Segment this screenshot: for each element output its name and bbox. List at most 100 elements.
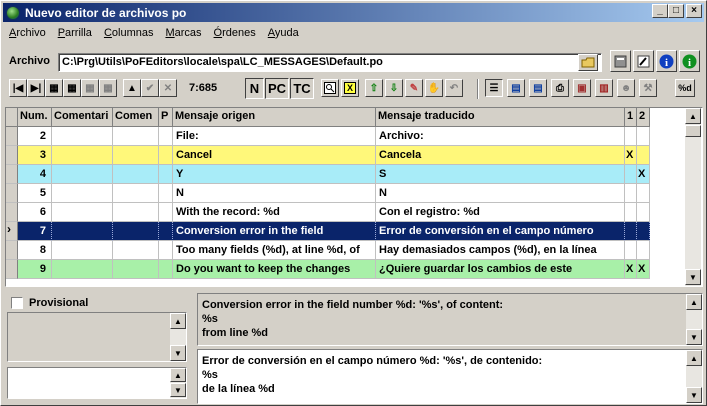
clear-icon[interactable]: ✋ xyxy=(425,79,443,97)
table-cell[interactable] xyxy=(625,203,637,222)
menu-ayuda[interactable]: Ayuda xyxy=(262,27,305,39)
filter-n-button[interactable]: N xyxy=(245,78,264,99)
translation-text[interactable]: Error de conversión en el campo número %… xyxy=(198,350,702,400)
last-record-icon[interactable]: ▶| xyxy=(27,79,45,97)
grid-view-icon[interactable]: ☰ xyxy=(485,79,503,97)
first-record-icon[interactable]: |◀ xyxy=(9,79,27,97)
table-row[interactable]: 2 File: Archivo: xyxy=(6,127,650,146)
table-row[interactable]: 8 Too many fields (%d), at line %d, of Hay… xyxy=(6,241,650,260)
table-row[interactable]: 4 YSX xyxy=(6,165,650,184)
mark-x-icon[interactable]: X xyxy=(341,79,359,97)
table-cell[interactable] xyxy=(625,127,637,146)
table-row[interactable]: 6 With the record: %d Con el registro: %d xyxy=(6,203,650,222)
table-cell[interactable] xyxy=(113,260,159,279)
table-cell[interactable] xyxy=(52,241,113,260)
user-icon[interactable]: ☻ xyxy=(617,79,635,97)
insert-record-icon[interactable]: ▦ xyxy=(45,79,63,97)
table-cell[interactable] xyxy=(625,222,637,241)
table-cell[interactable] xyxy=(52,260,113,279)
table-cell[interactable]: X xyxy=(625,146,637,165)
filter-tc-button[interactable]: TC xyxy=(290,78,314,99)
table-row[interactable]: 5 NN xyxy=(6,184,650,203)
table-cell[interactable]: Do you want to keep the changes xyxy=(173,260,376,279)
cancel-icon[interactable]: ✕ xyxy=(159,79,177,97)
menu-marcas[interactable]: Marcas xyxy=(159,27,207,39)
eraser-icon[interactable]: ✎ xyxy=(405,79,423,97)
provisional-checkbox[interactable] xyxy=(11,297,23,309)
header-col2[interactable]: 2 xyxy=(637,108,650,127)
table-cell[interactable] xyxy=(637,241,650,260)
table-cell[interactable] xyxy=(113,146,159,165)
translation-scroll-down-icon[interactable]: ▼ xyxy=(686,387,702,403)
table-cell[interactable]: ¿Quiere guardar los cambios de este xyxy=(376,260,625,279)
table-cell[interactable]: 9 xyxy=(18,260,52,279)
table-cell[interactable] xyxy=(625,165,637,184)
tcomment-scrollbar[interactable]: ▲ ▼ xyxy=(170,368,186,398)
menu-parrilla[interactable]: Parrilla xyxy=(52,27,98,39)
messages-grid[interactable]: Num. Comentari Comen P Mensaje origen Me… xyxy=(5,107,703,287)
up-arrow-icon[interactable]: ▲ xyxy=(123,79,141,97)
table-cell[interactable] xyxy=(159,241,173,260)
table-cell[interactable] xyxy=(159,165,173,184)
table-cell[interactable] xyxy=(159,222,173,241)
table-cell[interactable] xyxy=(625,241,637,260)
import-down-icon[interactable]: ⇩ xyxy=(385,79,403,97)
translation-scrollbar[interactable]: ▲ ▼ xyxy=(686,350,702,403)
table-cell[interactable] xyxy=(52,146,113,165)
header-col1[interactable]: 1 xyxy=(625,108,637,127)
table-cell[interactable]: 3 xyxy=(18,146,52,165)
delete-record-icon[interactable]: ▦ xyxy=(81,79,99,97)
undo-icon[interactable]: ↶ xyxy=(445,79,463,97)
table-cell[interactable]: N xyxy=(376,184,625,203)
confirm-icon[interactable]: ✔ xyxy=(141,79,159,97)
table-cell[interactable] xyxy=(637,222,650,241)
table-cell[interactable]: Y xyxy=(173,165,376,184)
table-cell[interactable]: 2 xyxy=(18,127,52,146)
table-cell[interactable]: Too many fields (%d), at line %d, of xyxy=(173,241,376,260)
header-comentario2[interactable]: Comen xyxy=(113,108,159,127)
table-cell[interactable]: 6 xyxy=(18,203,52,222)
comment-box[interactable]: ▲ ▼ xyxy=(7,312,187,362)
source-scrollbar[interactable]: ▲ ▼ xyxy=(686,294,702,345)
menu-archivo[interactable]: Archivo xyxy=(3,27,52,39)
maximize-button[interactable]: □ xyxy=(668,4,684,18)
tcomment-scroll-up-icon[interactable]: ▲ xyxy=(170,368,186,382)
table-cell[interactable] xyxy=(637,146,650,165)
table-cell[interactable]: X xyxy=(637,260,650,279)
info-green-icon[interactable]: i xyxy=(679,50,700,72)
table-cell[interactable]: 5 xyxy=(18,184,52,203)
stats-icon[interactable]: ▥ xyxy=(595,79,613,97)
table-row[interactable]: 3 Cancel Cancela X xyxy=(6,146,650,165)
table-cell[interactable]: Con el registro: %d xyxy=(376,203,625,222)
table-cell[interactable]: File: xyxy=(173,127,376,146)
table-cell[interactable] xyxy=(52,184,113,203)
table-cell[interactable] xyxy=(159,260,173,279)
columns-icon[interactable]: ▤ xyxy=(507,79,525,97)
table-cell[interactable] xyxy=(113,184,159,203)
source-text-panel[interactable]: Conversion error in the field number %d:… xyxy=(197,293,703,346)
tools-icon[interactable]: ⚒ xyxy=(639,79,657,97)
table-cell[interactable]: Error de conversión en el campo número xyxy=(376,222,625,241)
table-cell[interactable] xyxy=(159,203,173,222)
grid-scrollbar[interactable]: ▲ ▼ xyxy=(685,108,701,286)
comment-scrollbar[interactable]: ▲ ▼ xyxy=(170,313,186,361)
filter-pc-button[interactable]: PC xyxy=(265,78,289,99)
header-mensaje-traducido[interactable]: Mensaje traducido xyxy=(376,108,625,127)
table-cell[interactable]: With the record: %d xyxy=(173,203,376,222)
table-cell[interactable]: Conversion error in the field xyxy=(173,222,376,241)
columns-alt-icon[interactable]: ▤ xyxy=(529,79,547,97)
header-p[interactable]: P xyxy=(159,108,173,127)
table-cell[interactable] xyxy=(625,184,637,203)
translator-comment-box[interactable]: ▲ ▼ xyxy=(7,367,187,399)
printer-icon[interactable]: ⎙ xyxy=(551,79,569,97)
table-cell[interactable] xyxy=(52,222,113,241)
table-cell[interactable] xyxy=(113,127,159,146)
tcomment-scroll-down-icon[interactable]: ▼ xyxy=(170,383,186,397)
move-record-icon[interactable]: ▦ xyxy=(99,79,117,97)
translation-text-panel[interactable]: Error de conversión en el campo número %… xyxy=(197,349,703,404)
table-cell[interactable]: 8 xyxy=(18,241,52,260)
table-cell[interactable] xyxy=(113,222,159,241)
table-cell[interactable]: N xyxy=(173,184,376,203)
format-icon[interactable]: %d xyxy=(675,79,695,97)
table-cell[interactable] xyxy=(113,203,159,222)
